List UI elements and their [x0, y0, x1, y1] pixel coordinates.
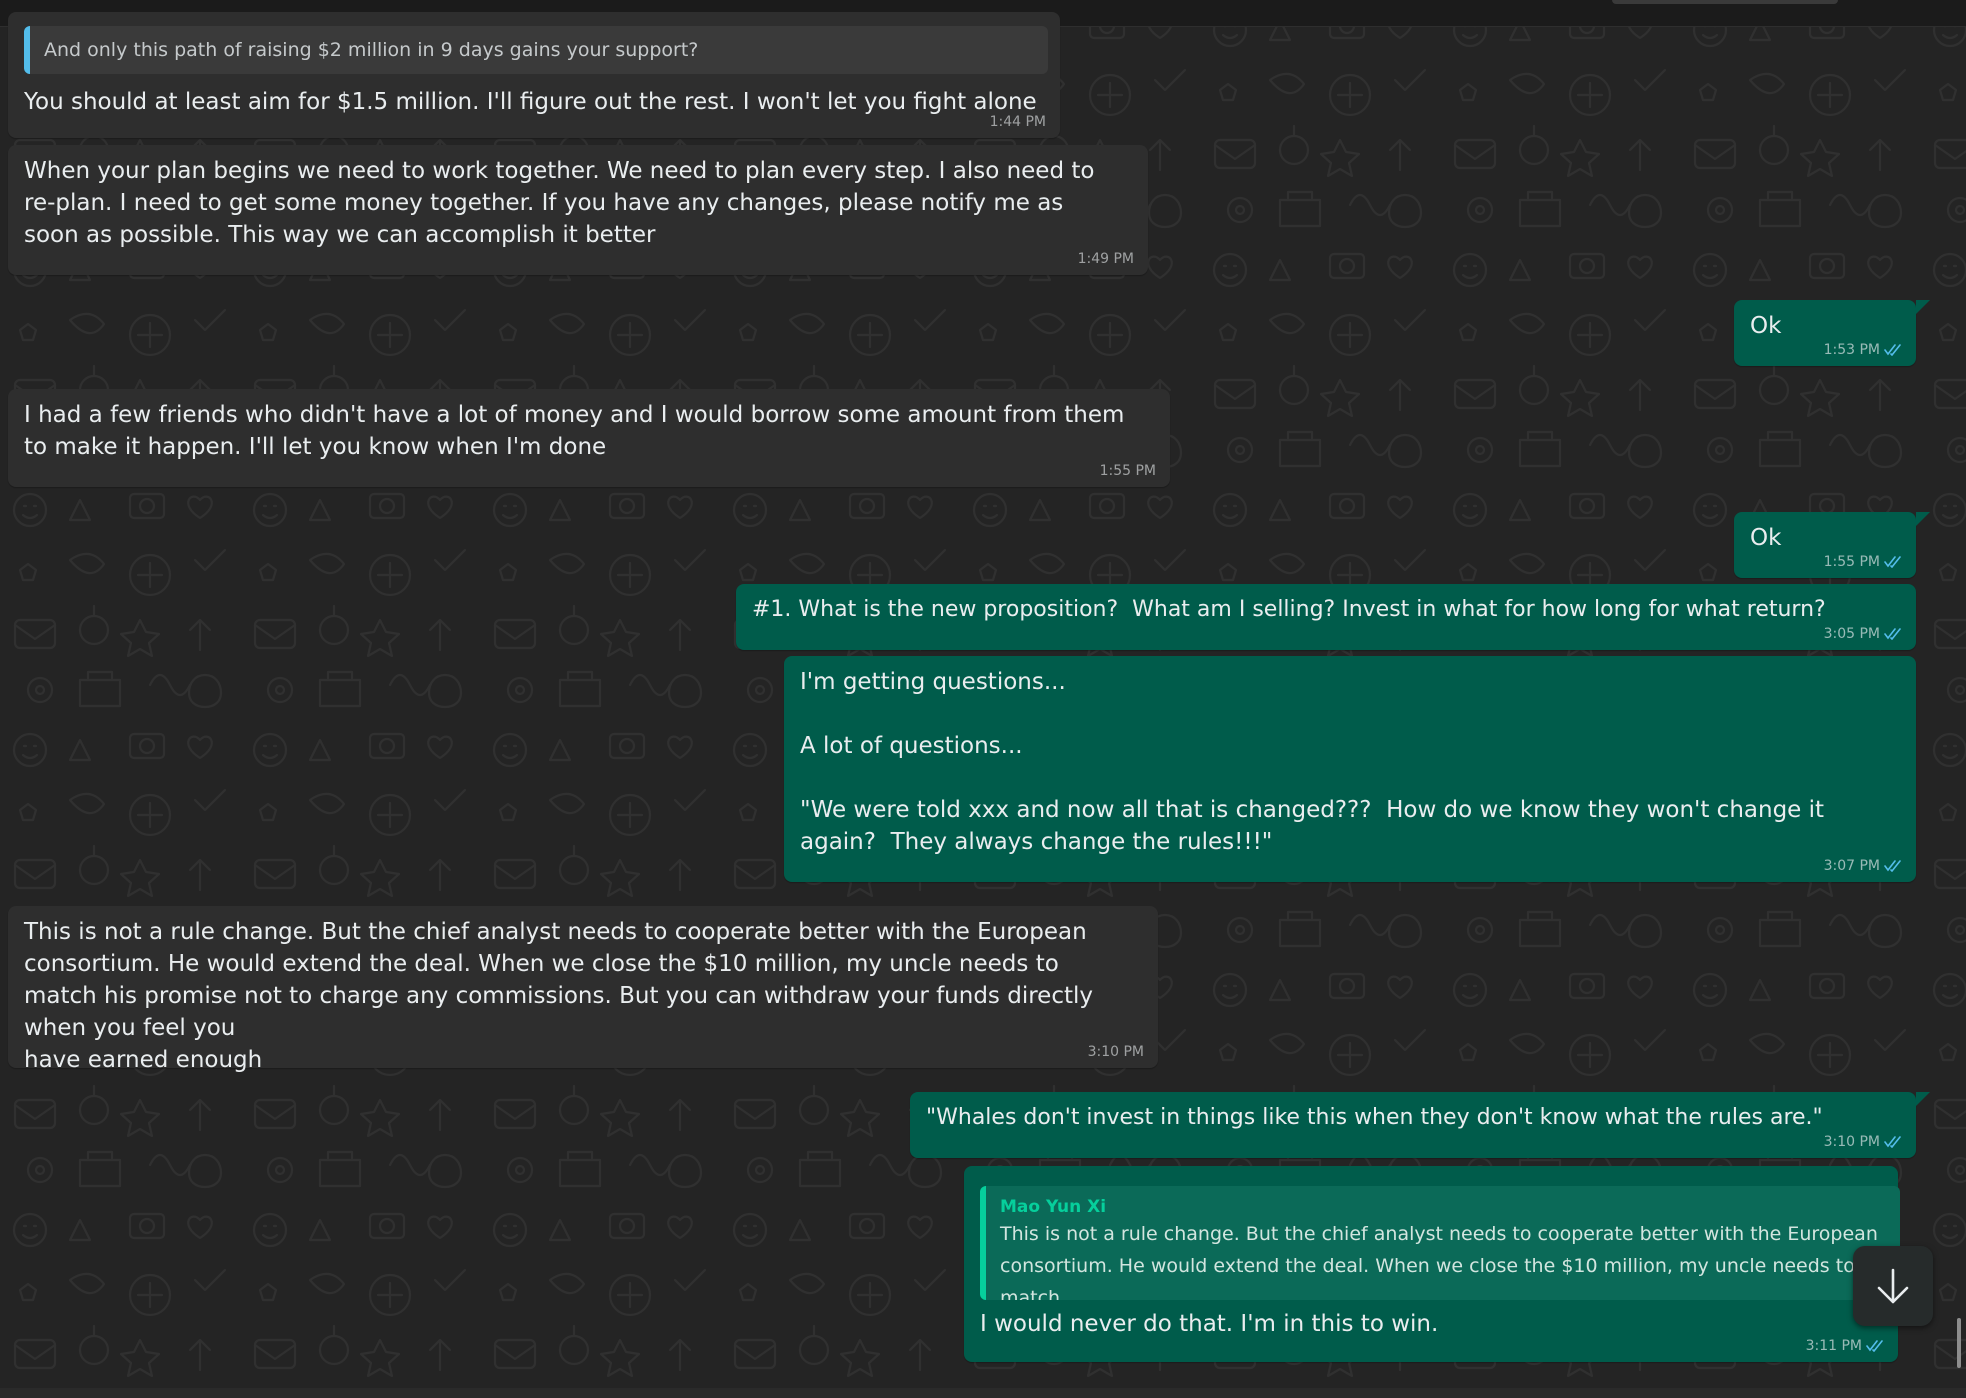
message-text: This is not a rule change. But the chief…: [24, 919, 1093, 1073]
quoted-text: And only this path of raising $2 million…: [44, 39, 699, 61]
message-time: 1:55 PM: [1824, 554, 1902, 570]
message-incoming[interactable]: This is not a rule change. But the chief…: [8, 906, 1158, 1073]
timestamp: 1:49 PM: [1077, 251, 1134, 267]
scroll-to-bottom-button[interactable]: [1853, 1246, 1933, 1326]
message-outgoing[interactable]: Mao Yun Xi This is not a rule change. Bu…: [964, 1166, 1900, 1362]
message-incoming[interactable]: And only this path of raising $2 million…: [8, 12, 1060, 138]
message-text: #1. What is the new proposition? What am…: [752, 597, 1826, 622]
header-tab-edge: [1612, 0, 1838, 4]
message-incoming[interactable]: When your plan begins we need to work to…: [8, 145, 1148, 275]
timestamp: 1:44 PM: [989, 114, 1046, 130]
message-text: I had a few friends who didn't have a lo…: [24, 402, 1132, 460]
message-time: 1:53 PM: [1824, 342, 1902, 358]
message-text: "Whales don't invest in things like this…: [926, 1105, 1823, 1130]
arrow-down-icon: [1877, 1268, 1909, 1304]
double-check-icon: [1884, 860, 1901, 872]
composer-edge: [0, 1388, 1966, 1398]
message-time: 1:49 PM: [1078, 251, 1134, 267]
timestamp: 1:55 PM: [1823, 554, 1880, 570]
message-outgoing[interactable]: I'm getting questions... A lot of questi…: [784, 656, 1916, 882]
timestamp: 3:10 PM: [1823, 1134, 1880, 1150]
quoted-message[interactable]: Mao Yun Xi This is not a rule change. Bu…: [980, 1186, 1900, 1300]
message-time: 3:05 PM: [1824, 626, 1902, 642]
timestamp: 3:11 PM: [1805, 1338, 1862, 1354]
message-outgoing[interactable]: Ok 1:53 PM: [1734, 300, 1916, 366]
message-text: Ok: [1750, 525, 1782, 551]
quoted-author: Mao Yun Xi: [1000, 1197, 1107, 1217]
message-time: 3:07 PM: [1824, 858, 1902, 874]
message-text: You should at least aim for $1.5 million…: [24, 89, 1037, 115]
double-check-icon: [1884, 628, 1901, 640]
quoted-text: This is not a rule change. But the chief…: [1000, 1223, 1878, 1300]
message-time: 1:44 PM: [990, 114, 1046, 130]
message-incoming[interactable]: I had a few friends who didn't have a lo…: [8, 389, 1170, 487]
message-outgoing[interactable]: Ok 1:55 PM: [1734, 512, 1916, 578]
message-text: I would never do that. I'm in this to wi…: [980, 1311, 1439, 1337]
timestamp: 1:55 PM: [1099, 463, 1156, 479]
quoted-message[interactable]: And only this path of raising $2 million…: [24, 26, 1048, 74]
timestamp: 3:05 PM: [1823, 626, 1880, 642]
message-text: I'm getting questions... A lot of questi…: [800, 669, 1825, 855]
timestamp: 1:53 PM: [1823, 342, 1880, 358]
double-check-icon: [1866, 1340, 1883, 1352]
message-time: 1:55 PM: [1100, 463, 1156, 479]
message-time: 3:10 PM: [1824, 1134, 1902, 1150]
timestamp: 3:07 PM: [1823, 858, 1880, 874]
message-outgoing[interactable]: #1. What is the new proposition? What am…: [736, 584, 1916, 650]
chat-window: And only this path of raising $2 million…: [0, 0, 1966, 1398]
message-text: Ok: [1750, 313, 1782, 339]
scrollbar-thumb[interactable]: [1957, 1318, 1961, 1368]
double-check-icon: [1884, 1136, 1901, 1148]
message-time: 3:11 PM: [1806, 1338, 1884, 1354]
message-time: 3:10 PM: [1088, 1044, 1144, 1060]
message-text: When your plan begins we need to work to…: [24, 158, 1102, 248]
timestamp: 3:10 PM: [1087, 1044, 1144, 1060]
message-outgoing[interactable]: "Whales don't invest in things like this…: [910, 1092, 1916, 1158]
double-check-icon: [1884, 344, 1901, 356]
double-check-icon: [1884, 556, 1901, 568]
